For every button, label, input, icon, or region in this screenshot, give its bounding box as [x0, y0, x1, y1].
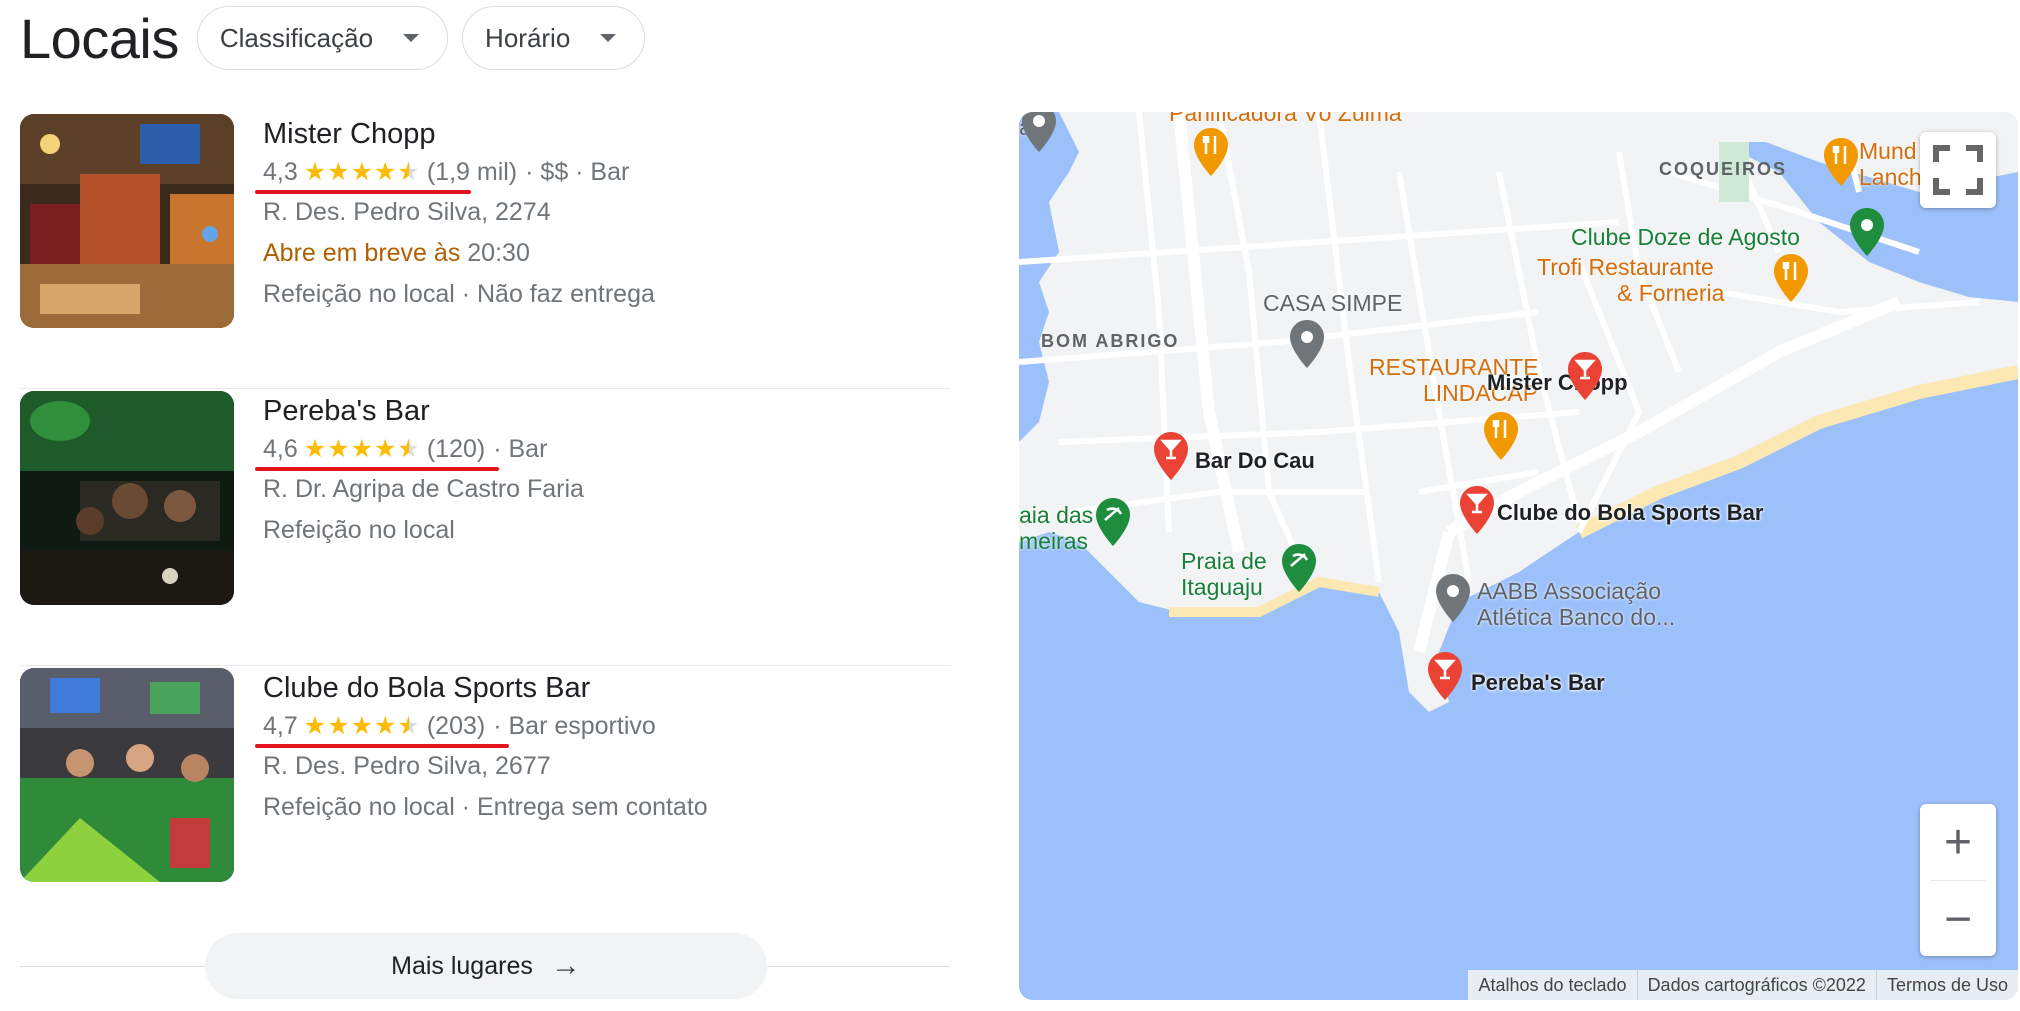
- map-label-lanch[interactable]: Lanch: [1859, 164, 1922, 190]
- map-attribution: Atalhos do teclado Dados cartográficos ©…: [1468, 970, 2018, 1000]
- map-label-trofi-1[interactable]: Trofi Restaurante: [1537, 254, 1714, 280]
- restaurant-pin-icon[interactable]: [1191, 126, 1231, 180]
- zoom-out-button[interactable]: −: [1920, 881, 1996, 957]
- rating-row: 4,7 ★★★★★ (203) · Bar esportivo: [255, 706, 708, 748]
- page-title: Locais: [20, 6, 179, 70]
- bar-pin-icon[interactable]: [1425, 650, 1465, 704]
- more-places-row: Mais lugares →: [20, 933, 950, 1001]
- place-meta: · Bar: [493, 435, 548, 463]
- rating-row: 4,6 ★★★★★ (120) · Bar: [255, 429, 584, 471]
- bar-interior-photo: [20, 114, 234, 328]
- map-label-praia-palmeiras-2[interactable]: meiras: [1019, 528, 1088, 554]
- rating-value: 4,3: [263, 158, 298, 186]
- star-rating-icon: ★★★★★: [304, 706, 421, 746]
- place-name[interactable]: Clube do Bola Sports Bar: [263, 670, 708, 706]
- chevron-down-icon: [600, 34, 617, 42]
- review-count: (120): [426, 435, 486, 463]
- filter-label: Horário: [485, 22, 571, 53]
- bar-pin-icon[interactable]: [1151, 430, 1191, 484]
- bar-pin-icon[interactable]: [1457, 484, 1497, 538]
- map-label-bar-do-cau[interactable]: Bar Do Cau: [1195, 448, 1315, 474]
- rating-row: 4,3 ★★★★★ (1,9 mil) · $$ · Bar: [255, 152, 655, 194]
- annotation-underline: [255, 467, 499, 471]
- restaurant-pin-icon[interactable]: [1481, 410, 1521, 464]
- restaurant-pin-icon[interactable]: [1771, 252, 1811, 306]
- map-label-perebas-bar[interactable]: Pereba's Bar: [1471, 670, 1605, 696]
- map-label-trofi-2[interactable]: & Forneria: [1617, 280, 1724, 306]
- map-label-praia-itaguaju-2[interactable]: Itaguaju: [1181, 574, 1263, 600]
- sports-bar-photo: [20, 668, 234, 882]
- place-status: Abre em breve às 20:30: [263, 233, 655, 274]
- rating-value: 4,7: [263, 712, 298, 740]
- place-address: R. Dr. Agripa de Castro Faria: [263, 475, 584, 503]
- place-services: Refeição no local · Não faz entrega: [263, 280, 655, 308]
- map-pin-icon[interactable]: [1019, 112, 1059, 156]
- beach-pin-icon[interactable]: [1093, 496, 1133, 550]
- place-item-mister-chopp[interactable]: Mister Chopp 4,3 ★★★★★ (1,9 mil) · $$ · …: [20, 112, 950, 389]
- map-label-clube-doze[interactable]: Clube Doze de Agosto: [1571, 224, 1800, 250]
- map-label-aabb-1[interactable]: AABB Associação: [1477, 578, 1661, 604]
- chevron-down-icon: [403, 34, 420, 42]
- star-rating-icon: ★★★★★: [304, 429, 421, 469]
- filter-horario[interactable]: Horário: [462, 6, 646, 70]
- header: Locais Classificação Horário: [20, 0, 659, 76]
- filter-label: Classificação: [219, 22, 374, 53]
- review-count: (1,9 mil): [426, 158, 518, 186]
- more-places-label: Mais lugares: [391, 951, 533, 980]
- map-label-clube-do-bola[interactable]: Clube do Bola Sports Bar: [1497, 500, 1763, 526]
- place-item-clube-do-bola[interactable]: Clube do Bola Sports Bar 4,7 ★★★★★ (203)…: [20, 666, 950, 942]
- map-data-text: Dados cartográficos ©2022: [1636, 970, 1876, 1000]
- map-label-mundo[interactable]: Mund: [1859, 138, 1917, 164]
- status-time: 20:30: [467, 239, 530, 267]
- map-label-panificadora[interactable]: Panificadora Vó Zulma: [1169, 112, 1402, 126]
- beach-pin-icon[interactable]: [1279, 542, 1319, 596]
- filter-classificacao[interactable]: Classificação: [196, 6, 449, 70]
- annotation-underline: [255, 190, 471, 194]
- place-photo[interactable]: [20, 668, 234, 882]
- place-name[interactable]: Pereba's Bar: [263, 393, 584, 429]
- restaurant-pin-icon[interactable]: [1821, 136, 1861, 190]
- map-label-praia-palmeiras-1[interactable]: aia das: [1019, 502, 1093, 528]
- bar-night-photo: [20, 391, 234, 605]
- place-item-perebas-bar[interactable]: Pereba's Bar 4,6 ★★★★★ (120) · Bar R. Dr…: [20, 389, 950, 666]
- map-label-praia-itaguaju-1[interactable]: Praia de: [1181, 548, 1267, 574]
- annotation-underline: [255, 744, 509, 748]
- place-photo[interactable]: [20, 114, 234, 328]
- map-label-mister-chopp[interactable]: Mister Chopp: [1487, 370, 1628, 396]
- place-photo[interactable]: [20, 391, 234, 605]
- place-pin-icon[interactable]: [1847, 206, 1887, 260]
- place-meta: · Bar esportivo: [493, 712, 656, 740]
- fullscreen-button[interactable]: [1920, 132, 1996, 208]
- rating-value: 4,6: [263, 435, 298, 463]
- map-pin-icon[interactable]: [1433, 572, 1473, 626]
- place-services: Refeição no local · Entrega sem contato: [263, 793, 708, 821]
- map-label-coqueiros: COQUEIROS: [1659, 159, 1788, 179]
- place-name[interactable]: Mister Chopp: [263, 116, 655, 152]
- places-list: Mister Chopp 4,3 ★★★★★ (1,9 mil) · $$ · …: [20, 112, 950, 942]
- place-address: R. Des. Pedro Silva, 2677: [263, 752, 551, 780]
- map-pin-icon[interactable]: [1287, 318, 1327, 372]
- place-address: R. Des. Pedro Silva, 2274: [263, 198, 551, 226]
- map[interactable]: Panificadora Vó Zulma ao COQUEIROS Mund …: [1019, 112, 2018, 1000]
- zoom-control: + −: [1920, 804, 1996, 956]
- terms-link[interactable]: Termos de Uso: [1875, 970, 2018, 1000]
- fullscreen-icon: [1933, 145, 1983, 195]
- star-rating-icon: ★★★★★: [304, 152, 421, 192]
- status-text: Abre em breve às: [263, 239, 461, 267]
- bar-pin-icon[interactable]: [1565, 350, 1605, 404]
- more-places-button[interactable]: Mais lugares →: [205, 933, 767, 999]
- zoom-in-button[interactable]: +: [1920, 804, 1996, 880]
- map-label-casa-simpe[interactable]: CASA SIMPE: [1263, 290, 1402, 316]
- map-label-aabb-2[interactable]: Atlética Banco do...: [1477, 604, 1675, 630]
- place-meta: · $$ · Bar: [525, 158, 630, 186]
- map-label-bom-abrigo: BOM ABRIGO: [1041, 331, 1180, 351]
- review-count: (203): [426, 712, 486, 740]
- arrow-right-icon: →: [550, 949, 581, 982]
- place-services: Refeição no local: [263, 516, 455, 544]
- keyboard-shortcuts-link[interactable]: Atalhos do teclado: [1468, 970, 1636, 1000]
